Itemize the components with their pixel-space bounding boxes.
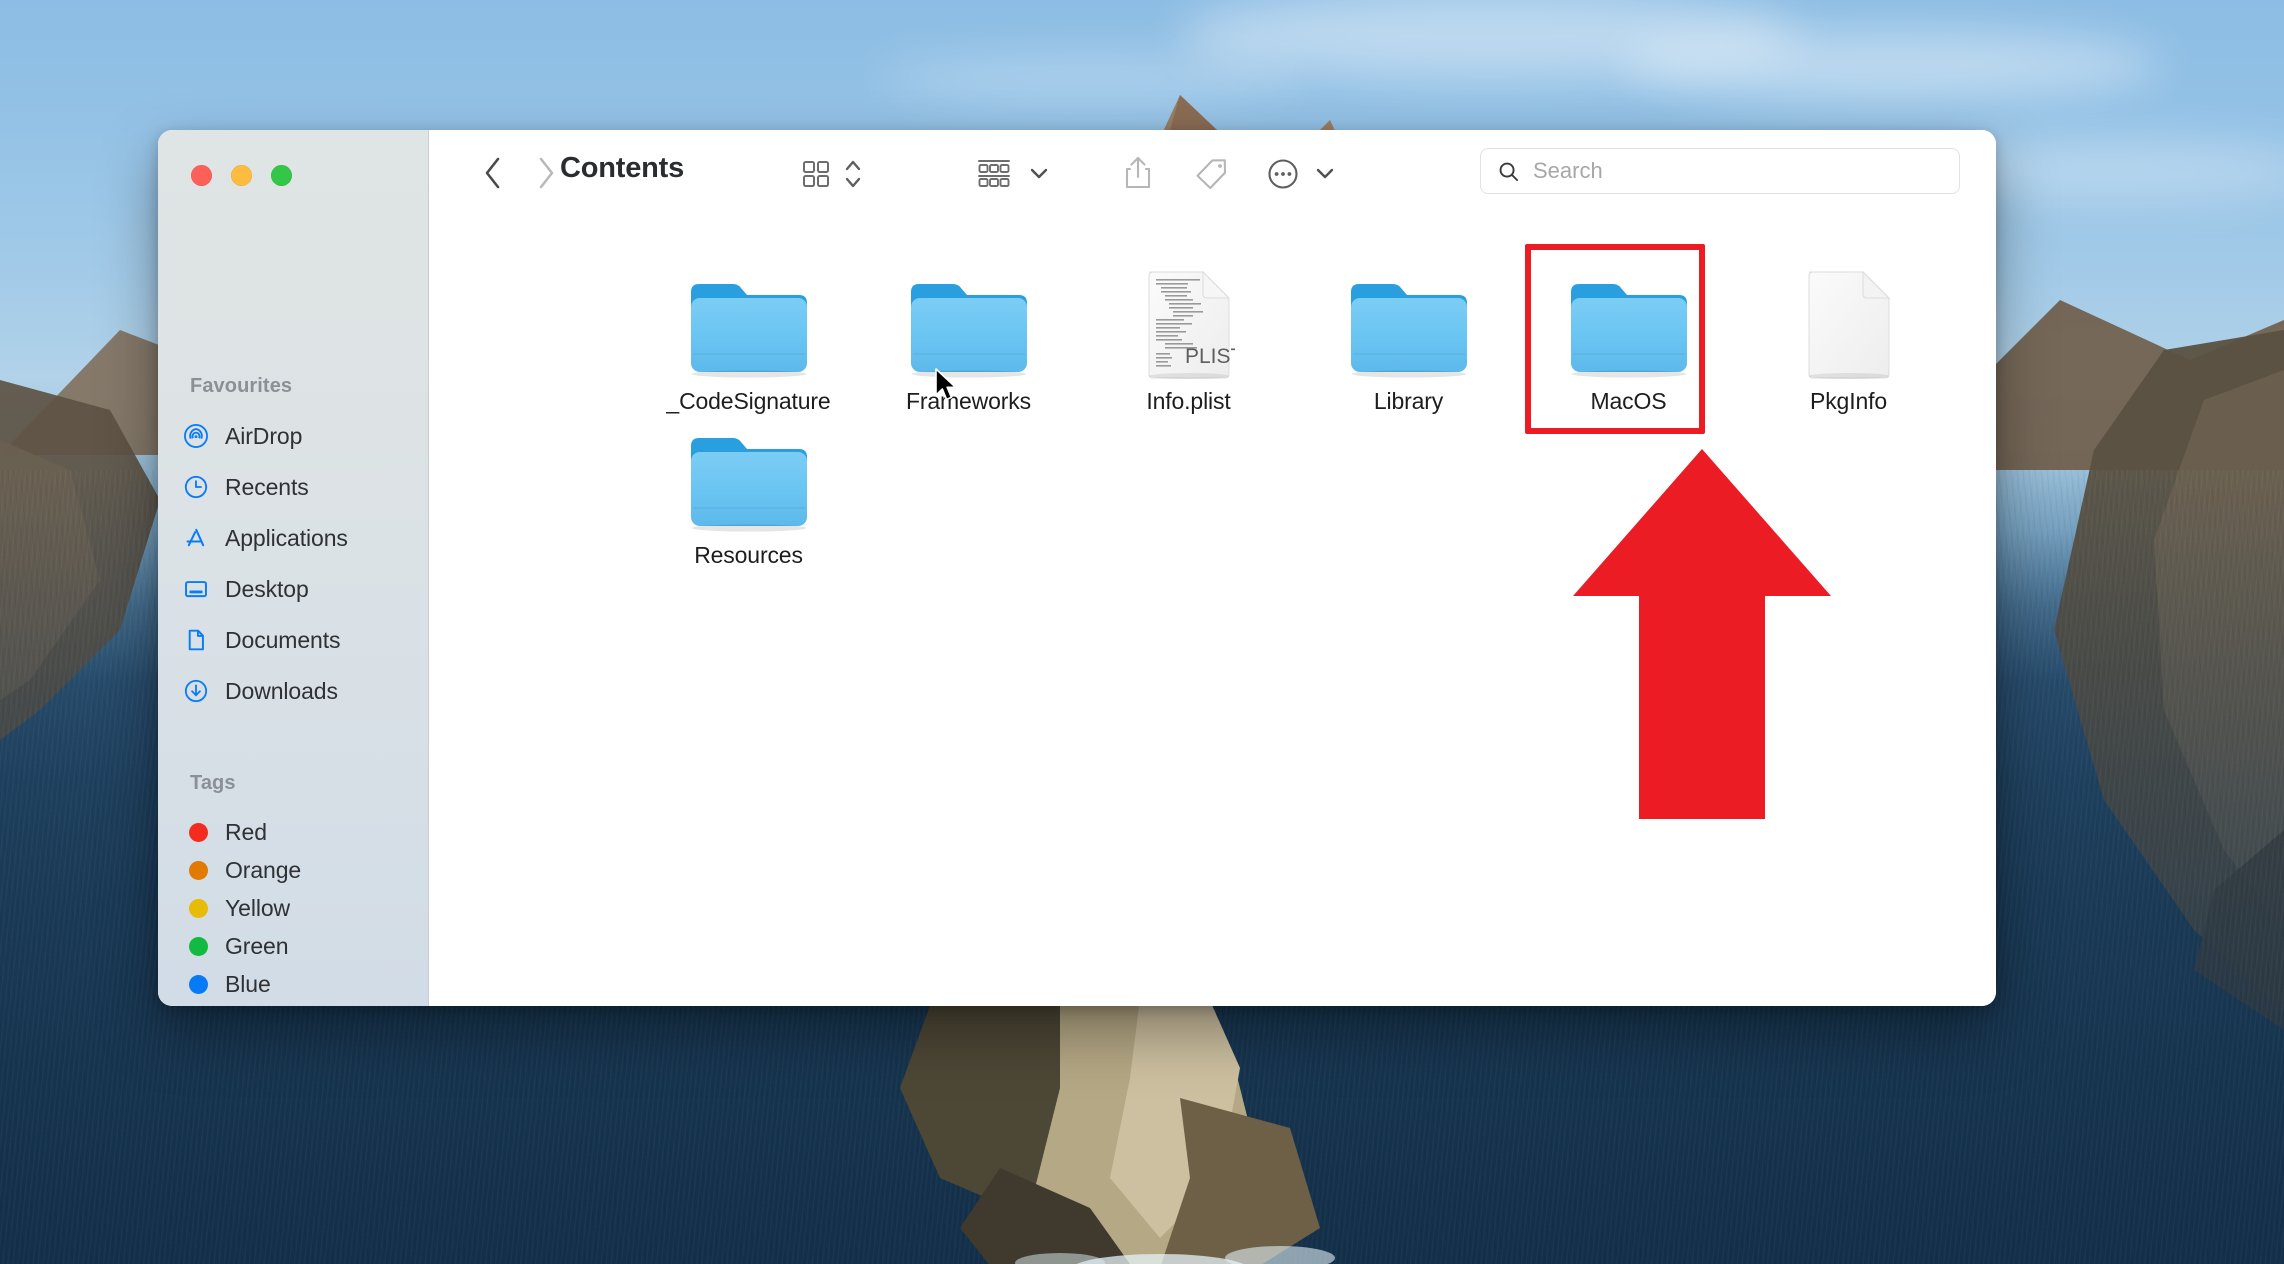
sidebar-item-tag-yellow[interactable]: Yellow — [182, 889, 412, 927]
tag-dot-icon — [182, 856, 210, 884]
sidebar-item-label: Blue — [225, 970, 271, 997]
svg-text:PLIST: PLIST — [1185, 345, 1235, 368]
file-item-macos[interactable]: MacOS — [1541, 262, 1716, 415]
sidebar-item-label: Orange — [225, 856, 302, 883]
sidebar-item-label: Desktop — [225, 575, 309, 602]
folder-icon — [685, 262, 813, 380]
file-label: MacOS — [1590, 388, 1667, 414]
maximize-button[interactable] — [271, 165, 292, 186]
sidebar-item-label: Yellow — [225, 894, 291, 921]
file-item-resources[interactable]: Resources — [661, 416, 836, 569]
applications-icon — [182, 524, 210, 552]
sidebar-item-label: Recents — [225, 473, 309, 500]
sidebar-item-tag-orange[interactable]: Orange — [182, 851, 412, 889]
sidebar-item-label: Documents — [225, 626, 341, 653]
close-button[interactable] — [191, 165, 212, 186]
annotation-arrow-up — [1573, 449, 1831, 824]
tag-dot-icon — [182, 970, 210, 998]
search-input[interactable] — [1531, 157, 1915, 185]
blank-file-icon — [1803, 262, 1895, 380]
file-label: PkgInfo — [1810, 388, 1887, 414]
search-icon — [1497, 160, 1520, 183]
desktop-icon — [182, 575, 210, 603]
document-icon — [182, 626, 210, 654]
tag-dot-icon — [182, 894, 210, 922]
file-item-info-plist[interactable]: PLIST Info.plist — [1101, 262, 1276, 415]
tag-button[interactable] — [1192, 155, 1232, 193]
share-button[interactable] — [1119, 152, 1157, 194]
back-button[interactable] — [473, 152, 513, 194]
page-title: Contents — [560, 152, 685, 184]
airdrop-icon — [182, 422, 210, 450]
plist-file-icon: PLIST — [1143, 262, 1235, 380]
sidebar-item-label: Green — [225, 932, 289, 959]
toolbar: Contents — [429, 130, 1996, 212]
clock-icon — [182, 473, 210, 501]
folder-icon — [1345, 262, 1473, 380]
sidebar-item-tag-red[interactable]: Red — [182, 813, 412, 851]
sidebar-item-label: Downloads — [225, 677, 338, 704]
sidebar-item-label: AirDrop — [225, 422, 303, 449]
folder-icon — [905, 262, 1033, 380]
sidebar-item-documents[interactable]: Documents — [182, 621, 412, 659]
file-item-frameworks[interactable]: Frameworks — [881, 262, 1056, 415]
file-icon-grid[interactable]: _CodeSignature Frameworks PLIS Info.plis… — [429, 212, 1996, 1006]
sidebar-item-tag-green[interactable]: Green — [182, 927, 412, 965]
sidebar-item-desktop[interactable]: Desktop — [182, 570, 412, 608]
desktop-wallpaper: Favourites AirDrop Recents Applications … — [0, 0, 2284, 1264]
chevron-down-icon[interactable] — [1313, 162, 1337, 184]
file-label: Frameworks — [905, 388, 1031, 414]
group-items-button[interactable] — [975, 155, 1013, 191]
file-label: Library — [1373, 388, 1444, 414]
chevron-down-icon[interactable] — [1027, 162, 1051, 184]
download-icon — [182, 677, 210, 705]
sidebar-item-airdrop[interactable]: AirDrop — [182, 417, 412, 455]
sidebar-item-label: Red — [225, 818, 267, 845]
sidebar-item-recents[interactable]: Recents — [182, 468, 412, 506]
folder-icon — [1565, 262, 1693, 380]
sidebar-section-tags: Tags — [190, 772, 236, 794]
sidebar-item-applications[interactable]: Applications — [182, 519, 412, 557]
icon-view-button[interactable] — [799, 157, 833, 191]
finder-window[interactable]: Favourites AirDrop Recents Applications … — [158, 130, 1996, 1006]
folder-icon — [685, 416, 813, 534]
sidebar-section-favourites: Favourites — [190, 375, 293, 397]
minimize-button[interactable] — [231, 165, 252, 186]
tag-dot-icon — [182, 932, 210, 960]
file-item-library[interactable]: Library — [1321, 262, 1496, 415]
sidebar: Favourites AirDrop Recents Applications … — [158, 130, 429, 1006]
sidebar-item-downloads[interactable]: Downloads — [182, 672, 412, 710]
traffic-light-buttons[interactable] — [191, 165, 292, 186]
file-item-pkginfo[interactable]: PkgInfo — [1761, 262, 1936, 415]
sidebar-item-tag-blue[interactable]: Blue — [182, 965, 412, 1003]
sidebar-item-tag-purple[interactable]: Purple — [182, 1003, 412, 1006]
rock-island — [900, 978, 1335, 1264]
more-actions-button[interactable] — [1263, 154, 1303, 194]
file-label: Info.plist — [1146, 388, 1231, 414]
tag-dot-icon — [182, 818, 210, 846]
sidebar-item-label: Applications — [225, 524, 348, 551]
file-item-codesignature[interactable]: _CodeSignature — [661, 262, 836, 415]
file-label: Resources — [694, 542, 803, 568]
search-field[interactable] — [1480, 148, 1960, 194]
mouse-cursor — [934, 368, 960, 407]
file-label: _CodeSignature — [666, 388, 831, 414]
view-options-stepper[interactable] — [841, 156, 865, 192]
main-panel: Contents Search _CodeSignature Framework… — [429, 130, 1996, 1006]
